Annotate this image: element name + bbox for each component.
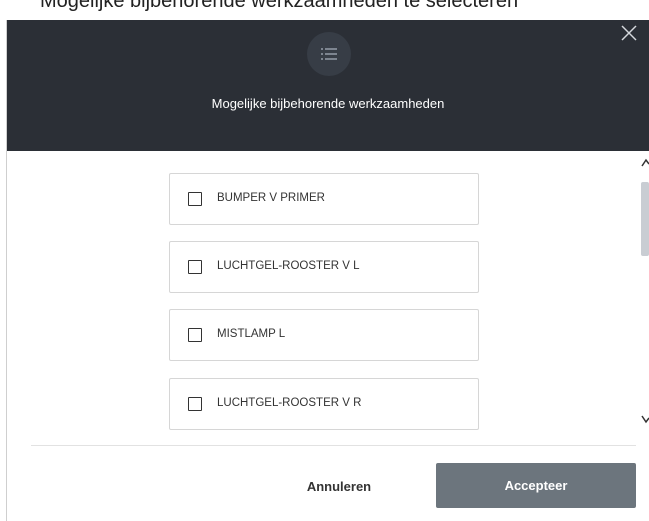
scroll-up-icon[interactable] xyxy=(641,157,649,169)
dialog-header: Mogelijke bijbehorende werkzaamheden xyxy=(7,20,649,151)
option-label: LUCHTGEL-ROOSTER V L xyxy=(217,260,360,272)
option-checkbox[interactable] xyxy=(188,397,202,411)
dialog-title: Mogelijke bijbehorende werkzaamheden xyxy=(211,96,445,111)
option-checkbox[interactable] xyxy=(188,328,202,342)
background-text: Mogelijke bijbehorende werkzaamheden te … xyxy=(40,0,519,12)
option-item[interactable]: LUCHTGEL-ROOSTER V R xyxy=(169,378,479,430)
dialog: Mogelijke bijbehorende werkzaamheden BUM… xyxy=(7,20,649,521)
list-icon xyxy=(307,32,351,76)
option-item[interactable]: BUMPER V PRIMER xyxy=(169,173,479,225)
option-item[interactable]: LUCHTGEL-ROOSTER V L xyxy=(169,241,479,293)
options-list: BUMPER V PRIMER LUCHTGEL-ROOSTER V L MIS… xyxy=(7,151,649,431)
option-label: BUMPER V PRIMER xyxy=(217,192,325,204)
option-label: LUCHTGEL-ROOSTER V R xyxy=(217,397,362,409)
accept-button[interactable]: Accepteer xyxy=(436,463,636,508)
option-checkbox[interactable] xyxy=(188,260,202,274)
option-label: MISTLAMP L xyxy=(217,328,286,340)
footer-divider xyxy=(31,445,636,446)
option-item[interactable]: MISTLAMP L xyxy=(169,309,479,361)
close-button[interactable] xyxy=(618,22,640,44)
close-icon xyxy=(621,25,637,41)
cancel-button[interactable]: Annuleren xyxy=(267,464,411,508)
scrollbar-thumb[interactable] xyxy=(641,182,649,256)
option-checkbox[interactable] xyxy=(188,192,202,206)
scroll-down-icon[interactable] xyxy=(641,412,649,426)
background-page-text: Mogelijke bijbehorende werkzaamheden te … xyxy=(0,0,649,20)
